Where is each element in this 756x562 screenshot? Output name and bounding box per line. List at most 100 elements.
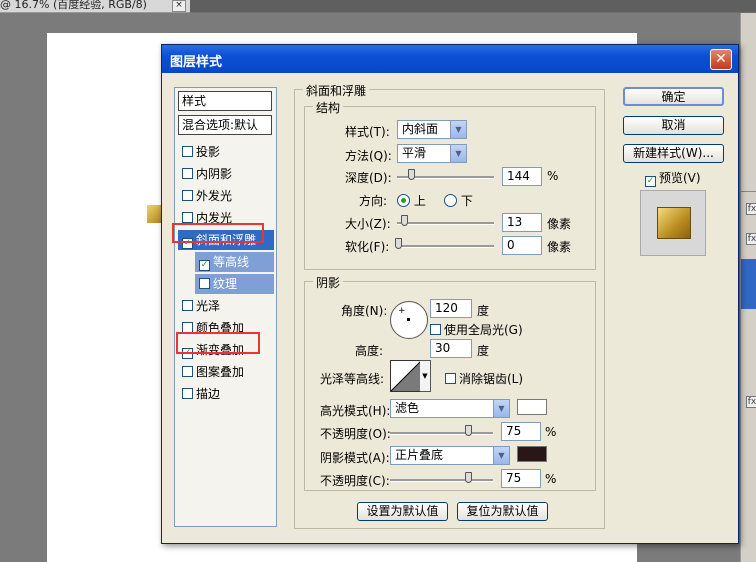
shadow-opacity-input[interactable]: 75: [501, 469, 541, 488]
style-item-checkbox-icon[interactable]: [182, 146, 193, 157]
shading-group: 阴影 角度(N): + 120 度 使用全局光(G) 高度: 30 度 光泽等高…: [304, 274, 596, 491]
structure-title: 结构: [313, 99, 344, 116]
global-light-label: 使用全局光(G): [444, 323, 523, 337]
soften-slider-thumb[interactable]: [395, 238, 402, 249]
highlight-color-swatch[interactable]: [517, 399, 547, 415]
panel-divider: [741, 191, 756, 192]
style-item[interactable]: 描边: [178, 384, 274, 404]
anti-alias-checkbox[interactable]: 消除锯齿(L): [445, 370, 523, 387]
style-item-checkbox-icon[interactable]: [182, 300, 193, 311]
make-default-button[interactable]: 设置为默认值: [357, 502, 448, 521]
shadow-mode-value: 正片叠底: [395, 448, 444, 462]
style-item-checkbox-icon[interactable]: [199, 278, 210, 289]
altitude-input[interactable]: 30: [430, 339, 472, 358]
style-item-label: 等高线: [213, 255, 250, 269]
contour-dropdown-arrow[interactable]: ▼: [420, 360, 431, 392]
style-item-checkbox-icon[interactable]: [182, 212, 193, 223]
radio-empty-icon[interactable]: [444, 194, 457, 207]
soften-input[interactable]: 0: [502, 236, 542, 255]
angle-dial-center: [407, 318, 410, 321]
chevron-down-icon: ▼: [450, 121, 466, 138]
direction-label: 方向:: [359, 194, 388, 208]
style-item-checkbox-icon[interactable]: [182, 168, 193, 179]
highlight-box-gradient-overlay: [176, 332, 260, 354]
dialog-title: 图层样式: [170, 55, 223, 70]
document-tab[interactable]: @ 16.7% (百度经验, RGB/8) ×: [0, 0, 190, 13]
size-input[interactable]: 13: [502, 213, 542, 232]
style-item-checkbox-icon[interactable]: ✓: [199, 260, 210, 271]
style-item[interactable]: 纹理: [195, 274, 274, 294]
style-item-label: 投影: [196, 145, 221, 159]
global-light-check-icon[interactable]: [430, 324, 441, 335]
chevron-down-icon: ▼: [450, 145, 466, 162]
altitude-label: 高度:: [355, 344, 384, 358]
gloss-contour-label: 光泽等高线:: [320, 372, 385, 386]
style-item[interactable]: 光泽: [178, 296, 274, 316]
shadow-opacity-label: 不透明度(C):: [320, 474, 390, 488]
anti-alias-check-icon[interactable]: [445, 373, 456, 384]
tab-bar-background: [190, 0, 756, 12]
depth-unit: %: [547, 169, 559, 183]
direction-down-radio[interactable]: 下: [444, 192, 473, 209]
style-item-checkbox-icon[interactable]: [182, 388, 193, 399]
angle-input[interactable]: 120: [430, 299, 472, 318]
crosshair-icon: +: [398, 306, 406, 316]
highlight-opacity-input[interactable]: 75: [501, 422, 541, 441]
angle-dial[interactable]: +: [390, 301, 428, 339]
global-light-checkbox[interactable]: 使用全局光(G): [430, 321, 523, 338]
technique-select[interactable]: 平滑 ▼: [397, 144, 467, 163]
fx-icon[interactable]: fx: [746, 233, 756, 245]
bevel-emboss-title: 斜面和浮雕: [303, 82, 370, 99]
selected-layer-row[interactable]: [741, 259, 756, 309]
style-item-checkbox-icon[interactable]: [182, 190, 193, 201]
blending-options-item[interactable]: 混合选项:默认: [178, 115, 272, 135]
shadow-color-swatch[interactable]: [517, 446, 547, 462]
depth-input[interactable]: 144: [502, 167, 542, 186]
structure-group: 结构 样式(T): 内斜面 ▼ 方法(Q): 平滑 ▼ 深度(D): 144 %…: [304, 99, 596, 270]
shading-title: 阴影: [313, 274, 344, 291]
direction-up-radio[interactable]: 上: [397, 192, 426, 209]
dialog-titlebar[interactable]: 图层样式 ✕: [162, 45, 738, 73]
size-slider-track[interactable]: [397, 222, 494, 225]
altitude-unit: 度: [477, 344, 490, 358]
style-item[interactable]: 内阴影: [178, 164, 274, 184]
preview-checkbox[interactable]: ✓ 预览(V): [645, 169, 701, 187]
cancel-button[interactable]: 取消: [623, 116, 724, 135]
fx-icon[interactable]: fx: [746, 203, 756, 215]
shadow-opacity-thumb[interactable]: [465, 472, 472, 483]
new-style-button[interactable]: 新建样式(W)...: [623, 144, 724, 163]
soften-label: 软化(F):: [345, 240, 390, 254]
radio-selected-icon[interactable]: [397, 194, 410, 207]
highlight-mode-value: 滤色: [395, 401, 420, 415]
style-item-checkbox-icon[interactable]: [182, 366, 193, 377]
fx-icon[interactable]: fx: [746, 396, 756, 408]
style-item[interactable]: 图案叠加: [178, 362, 274, 382]
shadow-opacity-track[interactable]: [390, 479, 493, 482]
highlight-opacity-track[interactable]: [390, 432, 493, 435]
gloss-contour-picker[interactable]: [390, 360, 422, 392]
preview-check-icon[interactable]: ✓: [645, 176, 656, 187]
bevel-emboss-group: 斜面和浮雕 结构 样式(T): 内斜面 ▼ 方法(Q): 平滑 ▼ 深度(D):…: [294, 82, 605, 529]
highlight-opacity-thumb[interactable]: [465, 425, 472, 436]
depth-slider-thumb[interactable]: [408, 169, 415, 180]
reset-default-button[interactable]: 复位为默认值: [457, 502, 548, 521]
style-item-label: 光泽: [196, 299, 221, 313]
size-slider-thumb[interactable]: [401, 215, 408, 226]
style-item[interactable]: 投影: [178, 142, 274, 162]
highlight-mode-label: 高光模式(H):: [320, 404, 391, 418]
soften-slider-track[interactable]: [397, 245, 494, 248]
ok-button[interactable]: 确定: [623, 87, 724, 106]
style-item[interactable]: ✓ 等高线: [195, 252, 274, 272]
highlight-mode-select[interactable]: 滤色 ▼: [390, 399, 510, 418]
style-select[interactable]: 内斜面 ▼: [397, 120, 467, 139]
style-item[interactable]: 外发光: [178, 186, 274, 206]
highlight-opacity-label: 不透明度(O):: [320, 427, 391, 441]
styles-header[interactable]: 样式: [178, 91, 272, 111]
close-icon[interactable]: ✕: [710, 49, 732, 70]
close-document-icon[interactable]: ×: [172, 0, 186, 12]
preview-label: 预览(V): [659, 171, 701, 185]
anti-alias-label: 消除锯齿(L): [459, 372, 524, 386]
chevron-down-icon: ▼: [493, 447, 509, 464]
layers-panel-edge: fx fx fx: [740, 13, 756, 562]
shadow-mode-select[interactable]: 正片叠底 ▼: [390, 446, 510, 465]
